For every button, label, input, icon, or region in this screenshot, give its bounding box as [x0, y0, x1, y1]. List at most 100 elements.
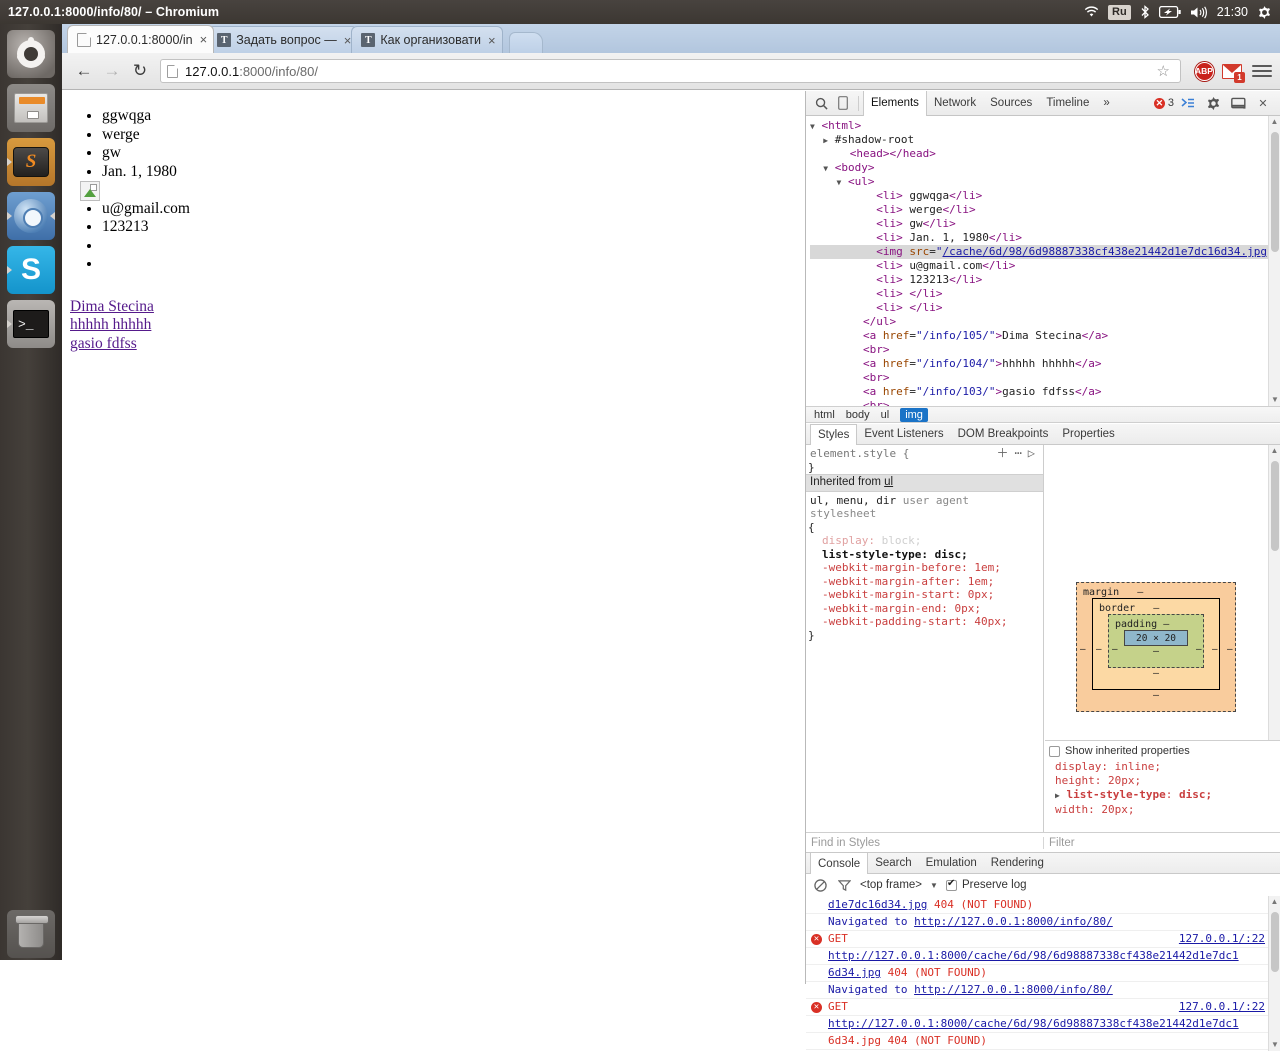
- dom-node[interactable]: <li> u@gmail.com</li>: [810, 259, 1280, 273]
- dom-node[interactable]: ▼ <html>: [810, 119, 1280, 133]
- clock[interactable]: 21:30: [1217, 0, 1248, 24]
- dom-node[interactable]: <li> 123213</li>: [810, 273, 1280, 287]
- device-toolbar-icon[interactable]: [832, 92, 854, 114]
- element-state-icon[interactable]: ⋯: [1015, 446, 1022, 461]
- console-message[interactable]: http://127.0.0.1:8000/cache/6d/98/6d9888…: [806, 948, 1269, 965]
- console-text[interactable]: http://127.0.0.1:8000/cache/6d/98/6d9888…: [828, 949, 1239, 962]
- clear-console-icon[interactable]: [812, 877, 828, 893]
- style-property[interactable]: list-style-type: disc;: [806, 548, 1043, 562]
- launcher-item-ubuntu-dash[interactable]: [7, 30, 55, 78]
- console-frame-selector[interactable]: <top frame>: [860, 879, 922, 891]
- preserve-log-checkbox[interactable]: [945, 878, 957, 891]
- computed-styles-pane[interactable]: Show inherited properties display: inlin…: [1045, 740, 1280, 832]
- style-property[interactable]: -webkit-padding-start: 40px;: [806, 615, 1043, 629]
- console-message[interactable]: http://127.0.0.1:8000/cache/6d/98/6d9888…: [806, 1016, 1269, 1033]
- new-tab-button[interactable]: [508, 32, 543, 53]
- scroll-up-arrow[interactable]: ▲: [1269, 896, 1280, 908]
- computed-property[interactable]: height: 20px;: [1045, 774, 1280, 788]
- element-style-rule[interactable]: element.style { ＋ ⋯ ▷: [806, 445, 1043, 461]
- style-property[interactable]: -webkit-margin-after: 1em;: [806, 575, 1043, 589]
- launcher-item-trash[interactable]: [7, 910, 55, 958]
- box-model-diagram[interactable]: margin – border – padding – 20 × 20 – – …: [1076, 582, 1236, 712]
- box-padding-layer[interactable]: padding – 20 × 20 –: [1108, 614, 1204, 668]
- console-text[interactable]: d1e7dc16d34.jpg: [828, 898, 927, 911]
- console-message[interactable]: Navigated to http://127.0.0.1:8000/info/…: [806, 982, 1269, 999]
- info-link-105[interactable]: Dima Stecina: [70, 298, 154, 315]
- drawer-tab-search[interactable]: Search: [868, 853, 918, 874]
- dom-node[interactable]: <br>: [810, 343, 1280, 357]
- dom-node[interactable]: <a href="/info/104/">hhhhh hhhhh</a>: [810, 357, 1280, 371]
- launcher-item-sublime-text[interactable]: S: [7, 138, 55, 186]
- tab-close-icon[interactable]: ×: [200, 33, 208, 46]
- sidebar-tab-styles[interactable]: Styles: [810, 423, 858, 445]
- dom-node[interactable]: <a href="/info/105/">Dima Stecina</a>: [810, 329, 1280, 343]
- breadcrumb-body[interactable]: body: [846, 409, 870, 421]
- inspect-element-icon[interactable]: [810, 92, 832, 114]
- dom-node[interactable]: <br>: [810, 371, 1280, 385]
- dom-tree[interactable]: ▼ <html> ▶ #shadow-root <head></head> ▼ …: [806, 116, 1280, 406]
- scroll-thumb[interactable]: [1271, 912, 1279, 972]
- sidebar-tab-event-listeners[interactable]: Event Listeners: [857, 424, 950, 444]
- console-text[interactable]: http://127.0.0.1:8000/cache/6d/98/6d9888…: [828, 1017, 1239, 1030]
- launcher-item-chromium[interactable]: [7, 192, 55, 240]
- breadcrumb-html[interactable]: html: [814, 409, 835, 421]
- devtools-tab-timeline[interactable]: Timeline: [1039, 91, 1096, 115]
- dom-node[interactable]: <li> gw</li>: [810, 217, 1280, 231]
- console-message[interactable]: Navigated to http://127.0.0.1:8000/info/…: [806, 914, 1269, 931]
- scroll-thumb[interactable]: [1271, 132, 1279, 252]
- gmail-checker-button[interactable]: 1: [1221, 60, 1245, 83]
- console-message[interactable]: 6d34.jpg 404 (NOT FOUND): [806, 1033, 1269, 1050]
- close-devtools-icon[interactable]: ✕: [1252, 92, 1274, 114]
- console-message[interactable]: ✕ GET 127.0.0.1/:22: [806, 999, 1269, 1016]
- computed-property[interactable]: width: 20px;: [1045, 803, 1280, 817]
- console-text[interactable]: http://127.0.0.1:8000/info/80/: [914, 983, 1113, 996]
- console-source-link[interactable]: 127.0.0.1/:22: [1179, 932, 1265, 946]
- volume-icon[interactable]: [1190, 0, 1208, 24]
- dom-node[interactable]: ▶ #shadow-root: [810, 133, 1280, 147]
- chevron-down-icon[interactable]: ▼: [930, 881, 938, 890]
- breadcrumb-ul[interactable]: ul: [881, 409, 890, 421]
- adblock-plus-button[interactable]: ABP: [1193, 60, 1215, 82]
- browser-tab-2[interactable]: T Как организовати ×: [351, 26, 503, 53]
- devtools-tabs-overflow[interactable]: »: [1096, 91, 1116, 115]
- dom-tree-scrollbar[interactable]: ▲ ▼: [1268, 116, 1280, 406]
- launcher-item-files[interactable]: [7, 84, 55, 132]
- info-link-104[interactable]: hhhhh hhhhh: [70, 316, 151, 333]
- page-info-icon[interactable]: [167, 64, 178, 78]
- dom-node[interactable]: <li> werge</li>: [810, 203, 1280, 217]
- sidebar-tab-properties[interactable]: Properties: [1055, 424, 1121, 444]
- sidebar-tab-dom-breakpoints[interactable]: DOM Breakpoints: [951, 424, 1056, 444]
- breadcrumb-img[interactable]: img: [900, 407, 928, 422]
- dom-node[interactable]: <head></head>: [810, 147, 1280, 161]
- launcher-item-skype[interactable]: S: [7, 246, 55, 294]
- dom-node[interactable]: <li> </li>: [810, 301, 1280, 315]
- console-messages[interactable]: d1e7dc16d34.jpg 404 (NOT FOUND) Navigated…: [806, 896, 1269, 1051]
- toggle-rendering-icon[interactable]: ▷: [1028, 446, 1035, 461]
- chrome-menu-button[interactable]: [1252, 65, 1272, 77]
- console-message[interactable]: ✕ GET 127.0.0.1/:22: [806, 931, 1269, 948]
- browser-tab-0[interactable]: 127.0.0.1:8000/in ×: [67, 25, 215, 53]
- devtools-tab-elements[interactable]: Elements: [863, 90, 927, 116]
- tab-close-icon[interactable]: ×: [344, 34, 352, 47]
- devtools-tab-sources[interactable]: Sources: [983, 91, 1039, 115]
- dom-node[interactable]: <img src="/cache/6d/98/6d98887338cf438e2…: [810, 245, 1280, 259]
- scroll-up-arrow[interactable]: ▲: [1269, 445, 1280, 457]
- dom-node[interactable]: <li> </li>: [810, 287, 1280, 301]
- show-inherited-checkbox[interactable]: [1049, 745, 1060, 757]
- dom-node[interactable]: <a href="/info/103/">gasio fdfss</a>: [810, 385, 1280, 399]
- computed-property[interactable]: ▶ list-style-type: disc;: [1045, 788, 1280, 803]
- keyboard-layout-indicator[interactable]: Ru: [1108, 4, 1131, 20]
- console-message[interactable]: d1e7dc16d34.jpg 404 (NOT FOUND): [806, 897, 1269, 914]
- settings-gear-icon[interactable]: [1202, 92, 1224, 114]
- drawer-tab-emulation[interactable]: Emulation: [919, 853, 984, 874]
- dom-node[interactable]: <li> ggwqga</li>: [810, 189, 1280, 203]
- back-button[interactable]: ←: [70, 57, 98, 85]
- error-count-badge[interactable]: ✕ 3: [1153, 97, 1174, 109]
- show-inherited-properties-row[interactable]: Show inherited properties: [1045, 741, 1280, 760]
- console-drawer-icon[interactable]: [1177, 92, 1199, 114]
- add-rule-icon[interactable]: ＋: [997, 446, 1009, 461]
- preserve-log-row[interactable]: Preserve log: [945, 878, 1027, 891]
- scroll-up-arrow[interactable]: ▲: [1269, 116, 1280, 128]
- dom-node[interactable]: ▼ <body>: [810, 161, 1280, 175]
- bluetooth-icon[interactable]: [1140, 0, 1150, 24]
